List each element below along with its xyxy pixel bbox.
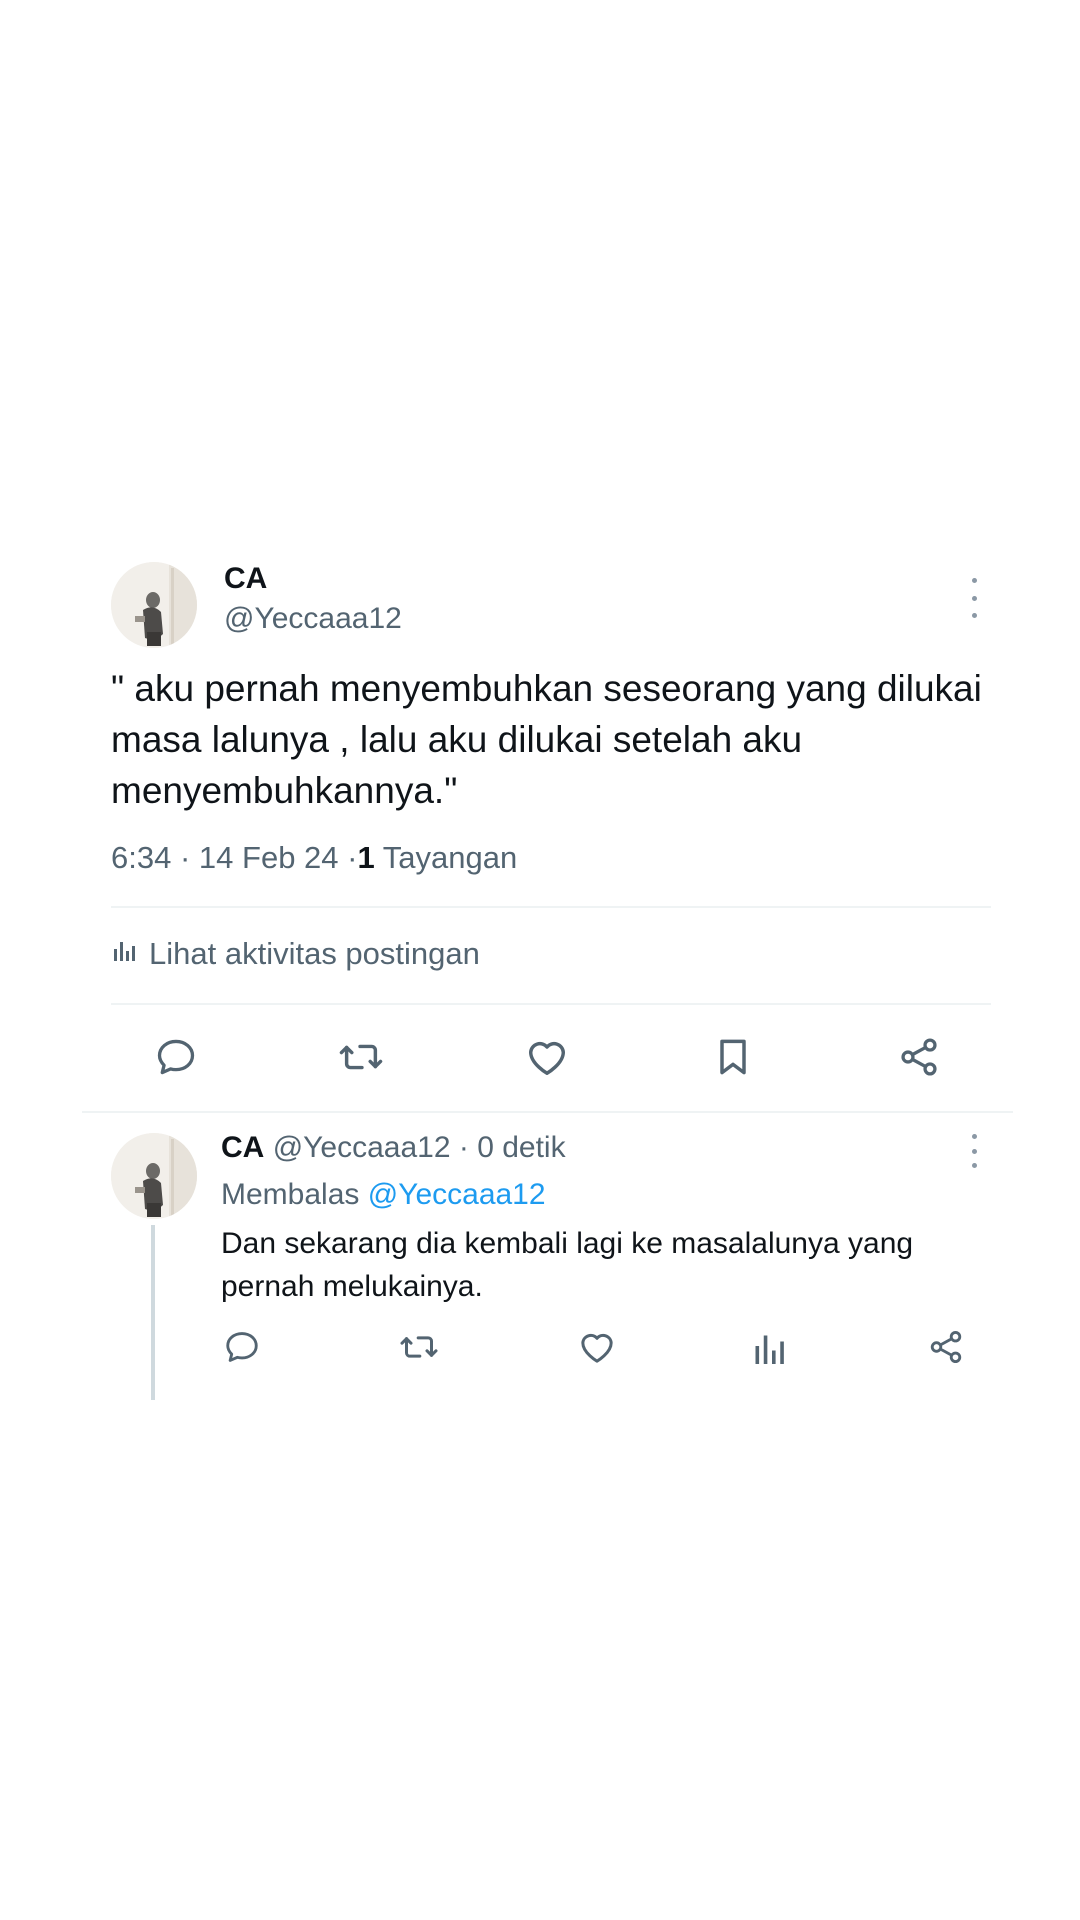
meta-separator: ·	[347, 840, 358, 875]
reply-author-handle[interactable]: @Yeccaaa12	[273, 1131, 451, 1164]
share-icon[interactable]	[926, 1327, 966, 1367]
reply-icon[interactable]	[152, 1033, 200, 1081]
like-icon[interactable]	[523, 1033, 571, 1081]
divider	[82, 1111, 1013, 1113]
reply-header: CA @Yeccaaa12 · 0 detik	[221, 1131, 566, 1165]
reply-text: Dan sekarang dia kembali lagi ke masalal…	[221, 1227, 914, 1303]
reply-more-options-icon[interactable]	[964, 1134, 984, 1168]
retweet-icon[interactable]	[399, 1327, 439, 1367]
divider	[111, 1003, 991, 1005]
author-handle[interactable]: @Yeccaaa12	[224, 602, 402, 636]
analytics-icon	[111, 936, 137, 972]
bookmark-icon[interactable]	[709, 1033, 757, 1081]
tweet-text: " aku pernah menyembuhkan seseorang yang…	[111, 668, 993, 811]
post-activity-link[interactable]: Lihat aktivitas postingan	[111, 936, 480, 972]
reply-time[interactable]: 0 detik	[477, 1131, 565, 1164]
replying-prefix: Membalas	[221, 1178, 360, 1211]
meta-separator: ·	[179, 840, 191, 875]
views-count: 1	[357, 840, 375, 875]
author-name[interactable]: CA	[224, 562, 267, 596]
divider	[111, 906, 991, 908]
meta-separator: ·	[458, 1131, 469, 1164]
retweet-icon[interactable]	[337, 1033, 385, 1081]
post-activity-label: Lihat aktivitas postingan	[149, 936, 480, 971]
share-icon[interactable]	[895, 1033, 943, 1081]
reply-icon[interactable]	[222, 1327, 262, 1367]
more-options-icon[interactable]	[964, 578, 984, 618]
thread-line	[151, 1225, 155, 1400]
tweet-meta: 6:34 · 14 Feb 24 ·1 Tayangan	[111, 840, 517, 876]
like-icon[interactable]	[577, 1327, 617, 1367]
tweet-time[interactable]: 6:34	[111, 840, 171, 875]
replying-to: Membalas @Yeccaaa12	[221, 1178, 546, 1212]
tweet-date[interactable]: 14 Feb 24	[199, 840, 339, 875]
avatar[interactable]	[111, 562, 197, 648]
reply-author-name[interactable]: CA	[221, 1131, 264, 1164]
reply-avatar[interactable]	[111, 1133, 197, 1219]
replying-to-mention[interactable]: @Yeccaaa12	[368, 1178, 546, 1211]
views-icon[interactable]	[749, 1329, 789, 1369]
views-label: Tayangan	[382, 840, 518, 875]
